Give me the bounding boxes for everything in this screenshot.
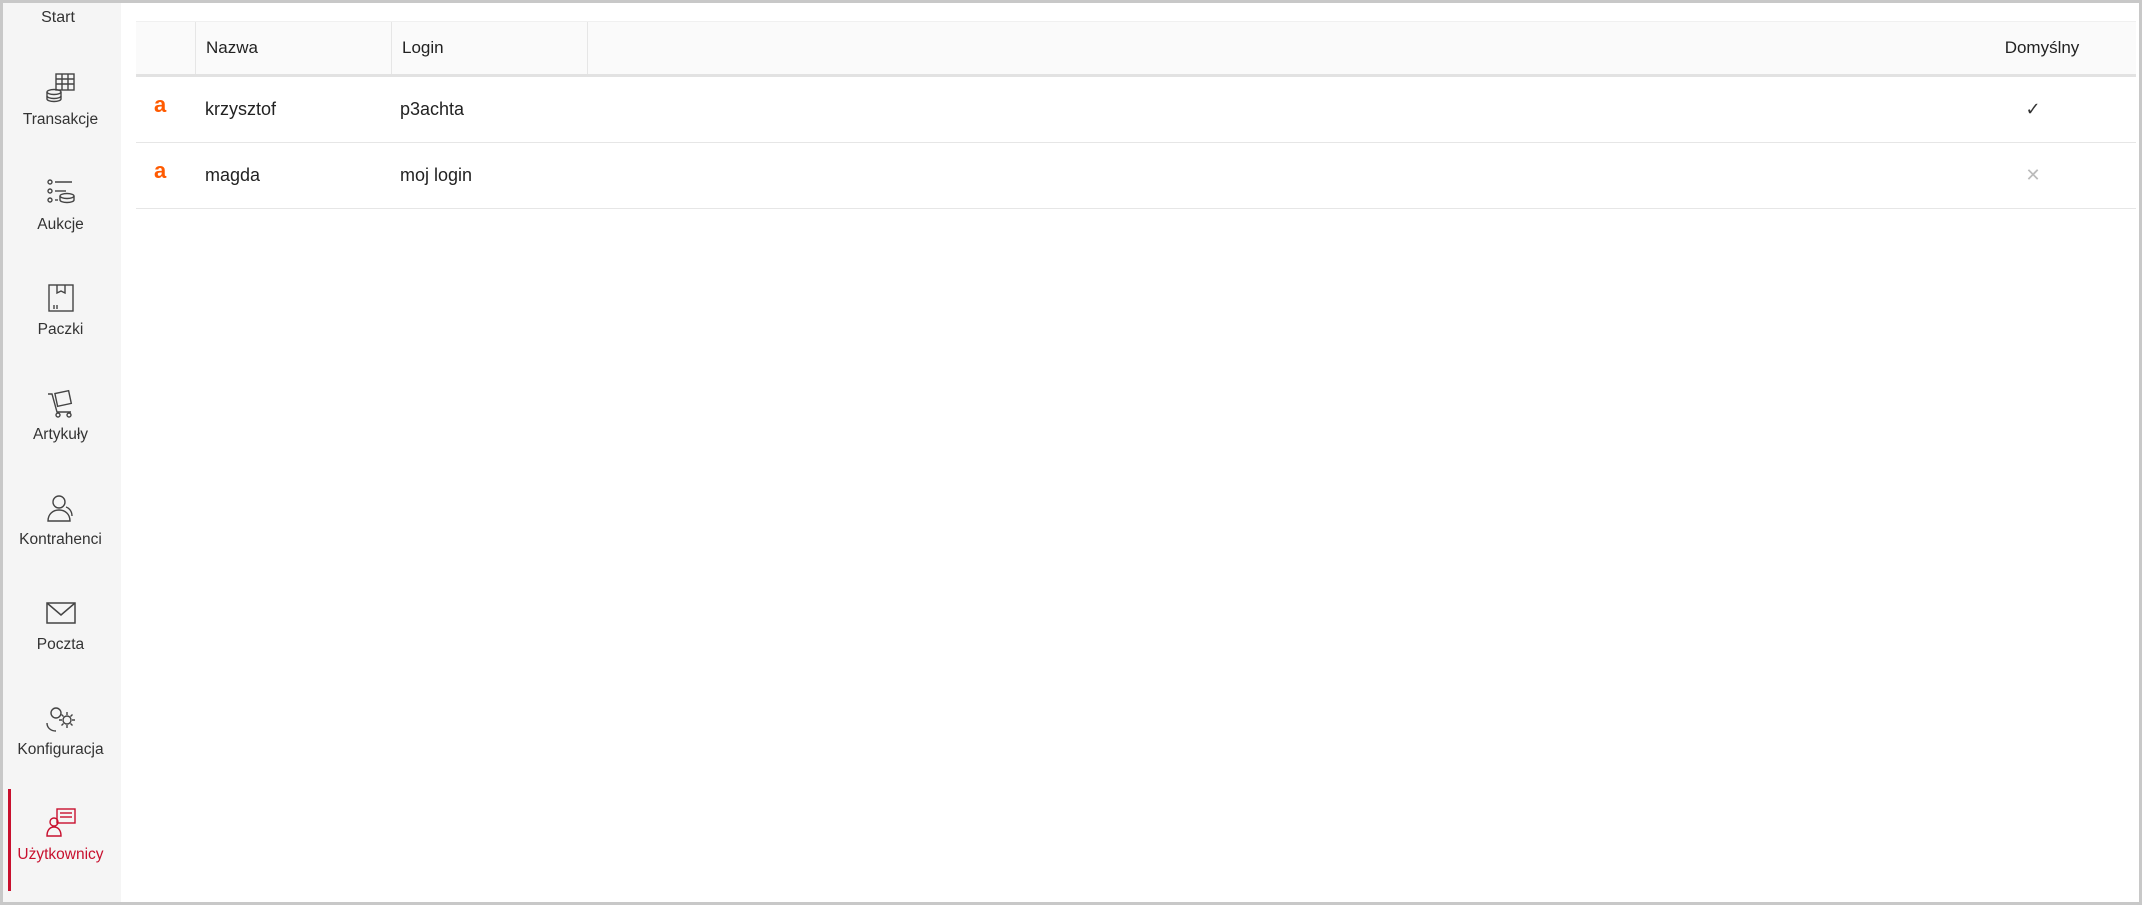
default-cross-icon: ✕ (1983, 143, 2083, 208)
users-icon (44, 806, 78, 840)
header-icon-column[interactable] (136, 22, 196, 74)
package-icon (44, 281, 78, 315)
default-mark: ✕ (2025, 165, 2041, 185)
nav-item-paczki[interactable]: Paczki (3, 273, 118, 373)
user-login: moj login (400, 165, 473, 185)
nav-start[interactable]: Start (3, 9, 113, 27)
default-mark: ✓ (2025, 99, 2041, 119)
table-row[interactable]: a magda moj login ✕ (136, 143, 2136, 209)
table-row[interactable]: a krzysztof p3achta ✓ (136, 77, 2136, 143)
nav-label: Użytkownicy (17, 846, 104, 863)
sidebar: Start Transakcje Aukcje Paczki Artykuły … (3, 3, 121, 902)
grid-header: Nazwa Login Domyślny (136, 21, 2136, 77)
allegro-logo-icon: a (154, 92, 167, 117)
nav-item-uzytkownicy[interactable]: Użytkownicy (3, 798, 118, 898)
nav-item-konfiguracja[interactable]: Konfiguracja (3, 693, 118, 793)
nav-item-aukcje[interactable]: Aukcje (3, 168, 118, 268)
auctions-icon (44, 176, 78, 210)
users-grid: Nazwa Login Domyślny a krzysztof p3achta… (136, 21, 2136, 209)
nav-label: Artykuły (32, 426, 89, 443)
articles-icon (44, 386, 78, 420)
transactions-icon (44, 71, 78, 105)
user-login: p3achta (400, 99, 465, 119)
user-name: magda (205, 165, 261, 185)
nav-label: Transakcje (22, 111, 99, 128)
mail-icon (44, 596, 78, 630)
nav-item-artykuly[interactable]: Artykuły (3, 378, 118, 478)
main-content: Nazwa Login Domyślny a krzysztof p3achta… (121, 3, 2139, 902)
contractors-icon (44, 491, 78, 525)
allegro-logo-icon: a (154, 158, 167, 183)
header-spacer (588, 22, 1948, 74)
active-indicator (8, 789, 11, 891)
nav-item-transakcje[interactable]: Transakcje (3, 63, 118, 163)
nav-label: Konfiguracja (17, 741, 104, 758)
nav-item-kontrahenci[interactable]: Kontrahenci (3, 483, 118, 583)
default-check-icon: ✓ (1983, 77, 2083, 142)
nav-label: Paczki (37, 321, 84, 338)
header-login[interactable]: Login (392, 22, 588, 74)
header-default[interactable]: Domyślny (1948, 22, 2136, 74)
nav-item-poczta[interactable]: Poczta (3, 588, 118, 688)
header-name[interactable]: Nazwa (196, 22, 392, 74)
nav-label: Aukcje (37, 216, 84, 233)
config-gear-icon (44, 701, 78, 735)
nav-label: Poczta (36, 636, 85, 653)
nav-label: Kontrahenci (19, 531, 102, 548)
user-name: krzysztof (205, 99, 277, 119)
